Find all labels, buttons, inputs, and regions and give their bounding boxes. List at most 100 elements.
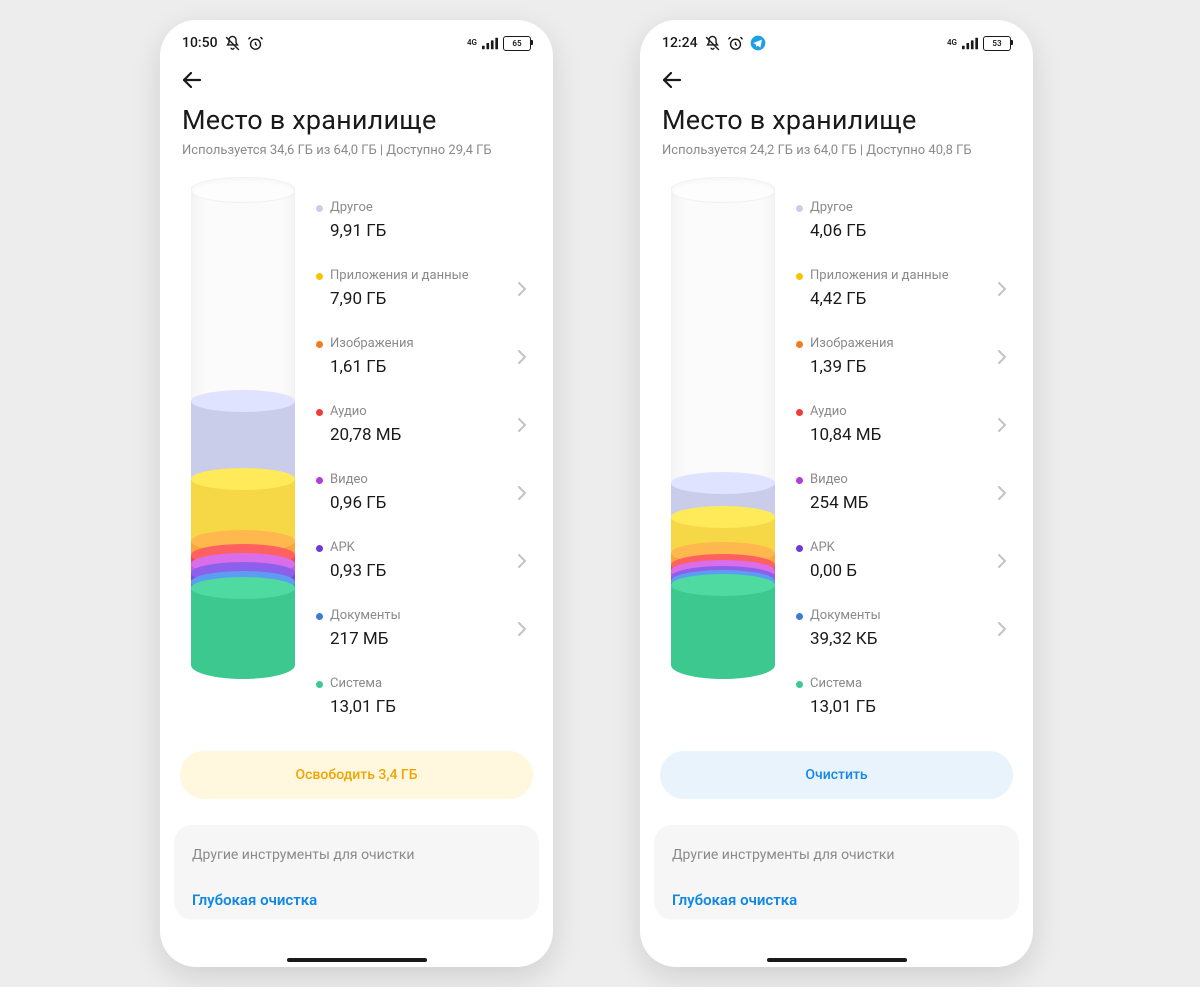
cyl-segment xyxy=(671,585,775,679)
category-label: Изображения xyxy=(330,336,414,353)
deep-clean-link[interactable]: Глубокая очистка xyxy=(192,891,521,909)
page-title: Место в хранилище xyxy=(182,104,531,136)
4g-icon: 4G xyxy=(467,39,477,47)
status-bar: 10:504G65 xyxy=(160,20,553,58)
category-label: Аудио xyxy=(810,404,847,421)
category-row[interactable]: Документы39,32 КБ xyxy=(796,595,1011,663)
page-subtitle: Используется 24,2 ГБ из 64,0 ГБ | Доступ… xyxy=(662,142,1011,161)
category-label: APK xyxy=(330,540,355,557)
phone-frame: 12:24 4G 53 Место в хранилище Используется 2… xyxy=(640,20,1033,967)
category-dot xyxy=(796,545,803,552)
category-name: Видео xyxy=(796,472,993,489)
category-row: Система 13,01 ГБ xyxy=(796,663,1011,731)
category-label: Документы xyxy=(330,608,401,625)
category-value: 4,06 ГБ xyxy=(796,221,993,241)
home-indicator[interactable] xyxy=(287,958,427,962)
mute-icon xyxy=(704,35,721,52)
category-dot xyxy=(796,613,803,620)
category-dot xyxy=(796,205,803,212)
category-label: Изображения xyxy=(810,336,894,353)
clean-button[interactable]: Очистить xyxy=(660,751,1013,799)
category-label: Приложения и данные xyxy=(330,268,469,285)
category-name: APK xyxy=(796,540,993,557)
phone-frame: 10:504G65Место в хранилищеИспользуется 3… xyxy=(160,20,553,967)
chevron-right-icon xyxy=(513,486,531,500)
storage-cylinder xyxy=(191,187,293,679)
categories-list: Другое4,06 ГБ Приложения и данные 4,42 ГБ И… xyxy=(796,187,1011,731)
category-row[interactable]: Приложения и данные7,90 ГБ xyxy=(316,255,531,323)
category-name: Система xyxy=(316,676,513,693)
chevron-right-icon xyxy=(993,418,1011,432)
chevron-right-icon xyxy=(993,486,1011,500)
category-value: 20,78 МБ xyxy=(316,425,513,445)
category-value: 217 МБ xyxy=(316,629,513,649)
chevron-right-icon xyxy=(513,554,531,568)
category-label: Видео xyxy=(810,472,848,489)
category-name: APK xyxy=(316,540,513,557)
battery-icon: 53 xyxy=(983,36,1011,51)
back-button[interactable] xyxy=(178,66,206,94)
4g-icon: 4G xyxy=(947,39,957,47)
category-name: Приложения и данные xyxy=(316,268,513,285)
category-value: 4,42 ГБ xyxy=(796,289,993,309)
category-value: 10,84 МБ xyxy=(796,425,993,445)
category-value: 13,01 ГБ xyxy=(316,697,513,717)
clean-button-label: Освободить 3,4 ГБ xyxy=(295,767,417,783)
chevron-right-icon xyxy=(513,282,531,296)
category-label: Документы xyxy=(810,608,881,625)
back-button[interactable] xyxy=(658,66,686,94)
alarm-icon xyxy=(727,35,744,52)
chevron-right-icon xyxy=(993,350,1011,364)
chevron-right-icon xyxy=(993,282,1011,296)
category-row[interactable]: Аудио 20,78 МБ xyxy=(316,391,531,459)
category-name: Система xyxy=(796,676,993,693)
category-label: APK xyxy=(810,540,835,557)
chevron-right-icon xyxy=(993,622,1011,636)
category-name: Аудио xyxy=(316,404,513,421)
other-tools-card: Другие инструменты для очисткиГлубокая о… xyxy=(174,825,539,919)
category-row: Другое4,06 ГБ xyxy=(796,187,1011,255)
category-dot xyxy=(316,477,323,484)
clean-button-label: Очистить xyxy=(805,767,867,783)
page-title: Место в хранилище xyxy=(662,104,1011,136)
category-dot xyxy=(316,613,323,620)
clean-button[interactable]: Освободить 3,4 ГБ xyxy=(180,751,533,799)
category-row[interactable]: Документы 217 МБ xyxy=(316,595,531,663)
category-label: Система xyxy=(810,676,862,693)
category-value: 1,39 ГБ xyxy=(796,357,993,377)
category-row: Другое9,91 ГБ xyxy=(316,187,531,255)
category-name: Приложения и данные xyxy=(796,268,993,285)
battery-icon: 65 xyxy=(503,36,531,51)
category-dot xyxy=(316,205,323,212)
category-value: 254 МБ xyxy=(796,493,993,513)
category-name: Изображения xyxy=(316,336,513,353)
category-dot xyxy=(316,273,323,280)
category-name: Документы xyxy=(316,608,513,625)
category-row[interactable]: Приложения и данные 4,42 ГБ xyxy=(796,255,1011,323)
category-row[interactable]: APK0,93 ГБ xyxy=(316,527,531,595)
category-dot xyxy=(796,409,803,416)
category-value: 1,61 ГБ xyxy=(316,357,513,377)
category-row[interactable]: Видео 254 МБ xyxy=(796,459,1011,527)
page-subtitle: Используется 34,6 ГБ из 64,0 ГБ | Доступ… xyxy=(182,142,531,161)
status-time: 12:24 xyxy=(662,35,698,51)
category-dot xyxy=(316,341,323,348)
alarm-icon xyxy=(247,35,264,52)
status-bar: 12:24 4G 53 xyxy=(640,20,1033,58)
category-name: Аудио xyxy=(796,404,993,421)
category-row[interactable]: Видео0,96 ГБ xyxy=(316,459,531,527)
telegram-icon xyxy=(750,35,766,51)
categories-list: Другое9,91 ГБПриложения и данные7,90 ГБИ… xyxy=(316,187,531,731)
category-row[interactable]: APK 0,00 Б xyxy=(796,527,1011,595)
category-row[interactable]: Изображения 1,39 ГБ xyxy=(796,323,1011,391)
category-row[interactable]: Изображения 1,61 ГБ xyxy=(316,323,531,391)
signal-icon xyxy=(962,37,978,50)
category-row[interactable]: Аудио 10,84 МБ xyxy=(796,391,1011,459)
category-label: Приложения и данные xyxy=(810,268,949,285)
home-indicator[interactable] xyxy=(767,958,907,962)
category-value: 13,01 ГБ xyxy=(796,697,993,717)
category-value: 0,00 Б xyxy=(796,561,993,581)
category-name: Видео xyxy=(316,472,513,489)
category-dot xyxy=(796,273,803,280)
deep-clean-link[interactable]: Глубокая очистка xyxy=(672,891,1001,909)
